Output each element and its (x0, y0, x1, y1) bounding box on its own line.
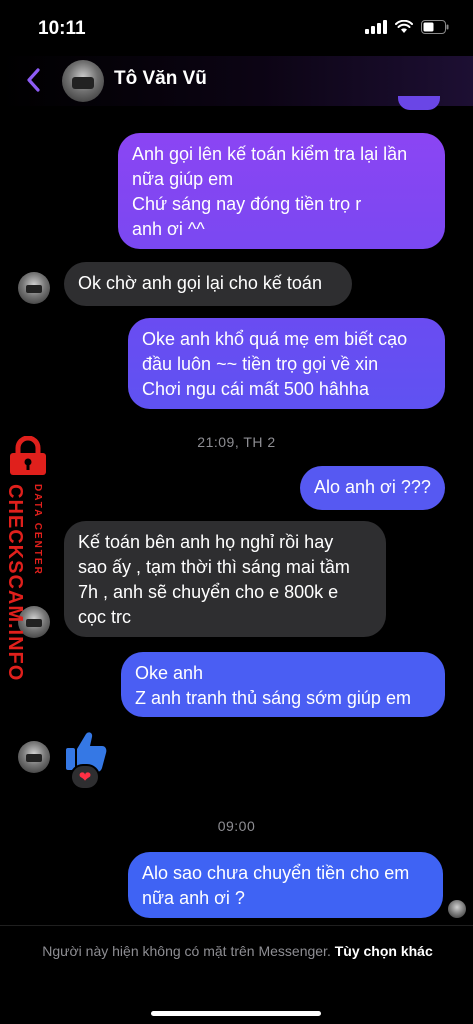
notice-text: Người này hiện không có mặt trên Messeng… (42, 943, 331, 959)
watermark-main-text: CHECKSCAM.INFO (4, 484, 26, 682)
status-time: 10:11 (38, 18, 86, 39)
footer: Người này hiện không có mặt trên Messeng… (0, 925, 473, 1024)
sender-avatar[interactable] (18, 272, 50, 304)
message-bubble-outgoing[interactable]: Oke anh Z anh tranh thủ sáng sớm giúp em (121, 652, 445, 717)
like-sticker[interactable]: ❤ (64, 730, 110, 792)
status-icons (365, 20, 449, 34)
heart-reaction-icon[interactable]: ❤ (70, 764, 100, 790)
contact-name[interactable]: Tô Văn Vũ (114, 68, 207, 90)
battery-icon (421, 20, 449, 34)
read-receipt-avatar (448, 900, 466, 918)
contact-avatar[interactable] (62, 60, 104, 102)
home-indicator[interactable] (151, 1011, 321, 1016)
back-chevron-icon[interactable] (24, 66, 44, 94)
more-options-link[interactable]: Tùy chọn khác (335, 943, 433, 959)
timestamp: 21:09, TH 2 (197, 434, 276, 450)
unavailable-notice: Người này hiện không có mặt trên Messeng… (40, 940, 435, 962)
sender-avatar[interactable] (18, 741, 50, 773)
lock-icon (10, 436, 46, 475)
message-bubble-incoming[interactable]: Kế toán bên anh họ nghỉ rồi hay sao ấy ,… (64, 521, 386, 637)
message-bubble-outgoing[interactable]: Alo sao chưa chuyển tiền cho em nữa anh … (128, 852, 443, 918)
message-bubble-incoming[interactable]: Ok chờ anh gọi lại cho kế toán (64, 262, 352, 306)
wifi-icon (395, 20, 413, 34)
message-bubble-outgoing[interactable]: Alo anh ơi ??? (300, 466, 445, 510)
status-bar: 10:11 (0, 0, 473, 56)
timestamp: 09:00 (217, 818, 256, 834)
cellular-signal-icon (365, 20, 387, 34)
message-bubble-outgoing[interactable]: Anh gọi lên kế toán kiểm tra lại lần nữa… (118, 133, 445, 249)
watermark-sub-text: DATA CENTER (32, 484, 43, 576)
previous-message-edge (398, 96, 440, 110)
message-bubble-outgoing[interactable]: Oke anh khổ quá mẹ em biết cạo đầu luôn … (128, 318, 445, 409)
watermark: CHECKSCAM.INFO DATA CENTER (2, 436, 52, 681)
